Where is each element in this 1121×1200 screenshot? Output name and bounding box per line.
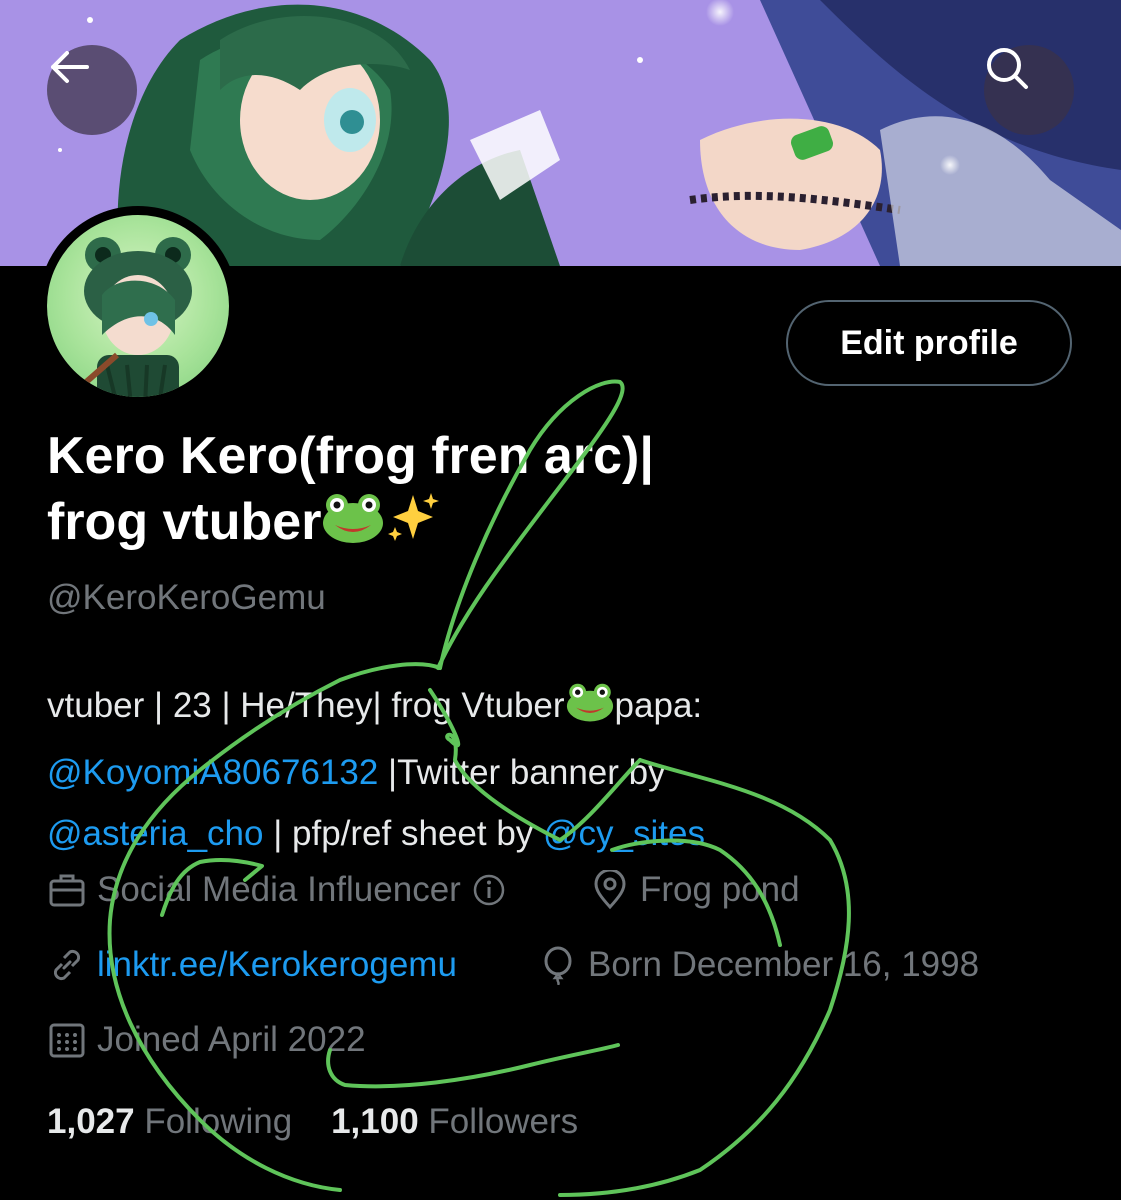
link-icon: [53, 949, 81, 981]
search-button[interactable]: [984, 45, 1074, 135]
display-name-line2: frog vtuber: [47, 493, 322, 551]
mention-link[interactable]: @cy_sites: [543, 814, 705, 853]
followers-stat[interactable]: 1,100 Followers: [331, 1102, 578, 1141]
frog-face-icon: [565, 681, 615, 742]
bio-text: papa:: [614, 686, 703, 725]
bio: vtuber | 23 | He/They| frog Vtuber papa:…: [47, 675, 1097, 864]
following-label: Following: [144, 1102, 293, 1141]
calendar-icon: [49, 1023, 85, 1058]
category-text: Social Media Influencer: [97, 870, 461, 909]
profile-category: Social Media Influencer: [47, 870, 517, 910]
profile-joined: Joined April 2022: [47, 1020, 366, 1060]
mention-link[interactable]: @asteria_cho: [47, 814, 263, 853]
sparkles-icon: [385, 489, 441, 561]
followers-count: 1,100: [331, 1102, 419, 1141]
website-link[interactable]: linktr.ee/Kerokerogemu: [97, 945, 457, 985]
following-stat[interactable]: 1,027 Following: [47, 1102, 292, 1141]
frog-face-icon: [321, 493, 385, 561]
avatar-image: [75, 237, 192, 397]
search-icon: [987, 48, 1028, 89]
handle: @KeroKeroGemu: [47, 578, 326, 617]
info-icon[interactable]: [471, 872, 507, 908]
mention-link[interactable]: @KoyomiA80676132: [47, 753, 378, 792]
avatar-frame[interactable]: [38, 206, 238, 406]
display-name: Kero Kero(frog fren arc)| frog vtuber: [47, 424, 1047, 561]
arrow-left-icon: [51, 51, 89, 83]
edit-profile-button[interactable]: Edit profile: [786, 300, 1072, 386]
profile-location: Frog pond: [590, 870, 800, 910]
bio-text: | pfp/ref sheet by: [263, 814, 544, 853]
bio-text: vtuber | 23 | He/They| frog Vtuber: [47, 686, 565, 725]
birthday-text: Born December 16, 1998: [588, 945, 980, 984]
following-count: 1,027: [47, 1102, 135, 1141]
joined-text: Joined April 2022: [97, 1020, 366, 1059]
display-name-line1: Kero Kero(frog fren arc)|: [47, 427, 654, 485]
location-pin-icon: [594, 870, 626, 910]
avatar: [47, 215, 229, 397]
balloon-icon: [544, 946, 572, 985]
location-text: Frog pond: [640, 870, 800, 909]
follow-stats: 1,027 Following 1,100 Followers: [47, 1102, 578, 1142]
bio-text: |Twitter banner by: [378, 753, 666, 792]
profile-birthday: Born December 16, 1998: [538, 945, 979, 985]
profile-website[interactable]: linktr.ee/Kerokerogemu: [47, 945, 457, 985]
briefcase-icon: [49, 874, 85, 907]
back-button[interactable]: [47, 45, 137, 135]
followers-label: Followers: [428, 1102, 579, 1141]
